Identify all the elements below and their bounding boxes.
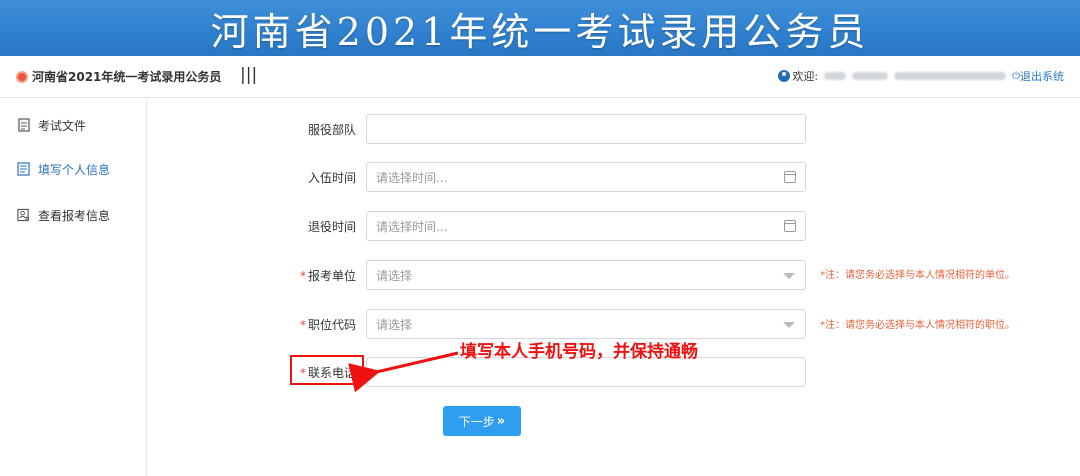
sidebar-item-label: 填写个人信息	[38, 162, 111, 177]
date-placeholder: 请选择时间...	[376, 170, 448, 185]
form-row-enlist-date: 入伍时间 请选择时间...	[300, 162, 806, 192]
annotation-arrow-icon	[348, 351, 459, 393]
service-unit-input[interactable]	[366, 114, 806, 144]
power-icon[interactable]: ⏻	[1012, 71, 1020, 82]
next-step-button[interactable]: 下一步 »	[443, 406, 521, 436]
select-placeholder: 请选择	[376, 268, 413, 283]
calendar-icon[interactable]	[784, 171, 796, 183]
form-row-apply-unit: * 报考单位 请选择	[300, 260, 806, 290]
chevron-down-icon[interactable]	[783, 322, 795, 328]
field-label: 退役时间	[307, 219, 356, 234]
page-banner: 河南省2021年统一考试录用公务员	[0, 0, 1080, 56]
user-icon	[778, 70, 791, 82]
apply-unit-note: *注：请您务必选择与本人情况相符的单位。	[820, 270, 1015, 281]
highlight-box	[290, 355, 364, 385]
welcome-label: 欢迎:	[792, 70, 819, 83]
discharge-date-picker[interactable]: 请选择时间...	[366, 211, 806, 241]
field-label: * 报考单位	[300, 268, 357, 283]
form-row-position-code: * 职位代码 请选择	[300, 309, 806, 339]
logout-link[interactable]: 退出系统	[1020, 68, 1064, 84]
required-mark: *	[300, 317, 306, 332]
sidebar-item-fill-info[interactable]: 填写个人信息	[17, 159, 110, 179]
sidebar-item-label: 考试文件	[38, 118, 87, 133]
date-placeholder: 请选择时间...	[376, 219, 448, 234]
field-label: * 职位代码	[300, 317, 357, 332]
chevron-down-icon[interactable]	[783, 273, 795, 279]
sidebar-item-label: 查看报考信息	[38, 208, 111, 223]
banner-title: 河南省2021年统一考试录用公务员	[210, 9, 870, 54]
calendar-icon[interactable]	[784, 220, 796, 232]
double-chevron-right-icon: »	[496, 413, 506, 429]
position-code-note: *注：请您务必选择与本人情况相符的职位。	[820, 320, 1015, 331]
menu-toggle-button[interactable]: |||	[240, 65, 257, 85]
sidebar-item-exam-files[interactable]: 考试文件	[17, 115, 86, 135]
sidebar-item-view-registration[interactable]: 查看报考信息	[17, 205, 110, 225]
site-logo-icon	[16, 71, 28, 83]
annotation-text: 填写本人手机号码，并保持通畅	[460, 342, 698, 362]
top-navbar: 河南省2021年统一考试录用公务员 ||| 欢迎: ⏻ 退出系统	[0, 56, 1080, 98]
field-label: 入伍时间	[307, 170, 356, 185]
field-label: 服役部队	[307, 122, 356, 137]
redacted-id-number	[894, 72, 1007, 80]
redacted-id-label	[852, 72, 889, 80]
app-name: 河南省2021年统一考试录用公务员	[32, 70, 222, 84]
select-placeholder: 请选择	[376, 317, 413, 332]
profile-search-icon	[17, 208, 30, 222]
enlist-date-picker[interactable]: 请选择时间...	[366, 162, 806, 192]
form-row-unit: 服役部队	[300, 114, 806, 144]
sidebar: 考试文件 填写个人信息 查看报考信息	[0, 99, 147, 476]
next-step-label: 下一步	[458, 414, 495, 429]
required-mark: *	[300, 268, 306, 283]
user-area: 欢迎: ⏻ 退出系统	[778, 68, 1064, 84]
form-row-discharge-date: 退役时间 请选择时间...	[300, 211, 806, 241]
redacted-user-name	[824, 72, 847, 80]
form-icon	[17, 162, 30, 176]
position-code-select[interactable]: 请选择	[366, 309, 806, 339]
apply-unit-select[interactable]: 请选择	[366, 260, 806, 290]
document-icon	[17, 118, 30, 132]
